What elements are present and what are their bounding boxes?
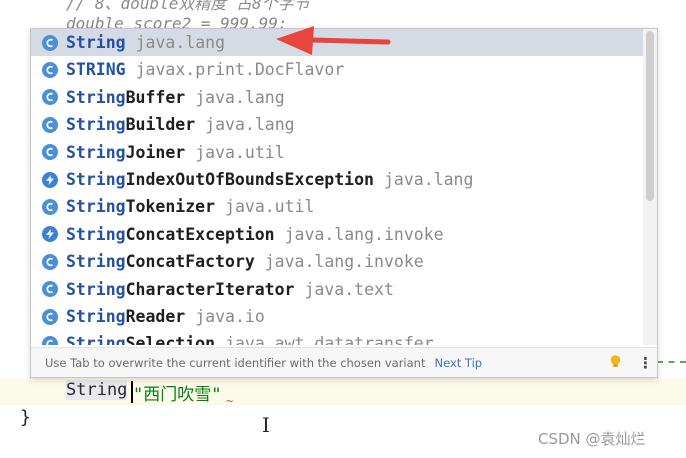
completion-item-name: ConcatException	[125, 224, 275, 244]
completion-item-match: String	[66, 197, 126, 217]
completion-item-package: java.awt.datatransfer	[225, 334, 434, 345]
completion-item-match: String	[66, 170, 126, 189]
completion-item-package: java.lang	[195, 87, 285, 107]
folding-guide-line	[657, 361, 686, 363]
class-icon	[42, 198, 58, 215]
scrollbar-thumb[interactable]	[646, 31, 654, 201]
class-icon	[42, 61, 58, 78]
completion-item-package: java.io	[195, 307, 265, 326]
red-arrow-annotation	[276, 26, 391, 55]
completion-item-match: String	[66, 334, 126, 345]
code-comment-line: // 8、double双精度 占8个字节	[66, 0, 310, 13]
completion-item-name: ConcatFactory	[125, 252, 255, 272]
completion-item-package: java.lang	[205, 115, 295, 135]
completion-item-package: java.lang.invoke	[264, 252, 424, 272]
code-completion-popup[interactable]: String java.lang STRING javax.print.DocFlav…	[30, 28, 658, 378]
class-icon	[42, 89, 58, 106]
completion-item-package: java.util	[195, 142, 285, 162]
completion-item-match: String	[66, 307, 126, 326]
code-editor[interactable]: // 8、double双精度 占8个字节 double score2 = 999…	[0, 0, 686, 458]
class-icon	[42, 281, 58, 298]
exception-icon	[42, 171, 58, 188]
completion-item-name: Tokenizer	[125, 197, 216, 217]
completion-list[interactable]: String java.lang STRING javax.print.DocFlav…	[31, 29, 643, 345]
exception-icon	[42, 226, 58, 243]
completion-item[interactable]: String Builder java.lang	[31, 111, 643, 138]
completion-item-package: java.lang	[135, 33, 226, 52]
completion-item-name: Selection	[125, 334, 216, 345]
mouse-ibeam-cursor-icon: I	[262, 413, 270, 437]
completion-item-name: IndexOutOfBoundsException	[125, 170, 374, 189]
completion-item-match: String	[66, 33, 126, 52]
completion-item-match: String	[66, 224, 126, 244]
completion-item-package: java.text	[304, 279, 394, 299]
completion-item[interactable]: String Tokenizer java.util	[31, 193, 643, 220]
completion-item[interactable]: String Joiner java.util	[31, 139, 643, 166]
completion-item-match: String	[66, 87, 126, 107]
completion-item-match: String	[66, 279, 126, 299]
completion-item[interactable]: String Buffer java.lang	[31, 84, 643, 111]
completion-item-match: STRING	[66, 60, 126, 80]
class-icon	[42, 335, 58, 345]
completion-footer: Use Tab to overwrite the current identif…	[31, 347, 657, 377]
completion-scrollbar[interactable]	[643, 29, 657, 345]
class-icon	[42, 116, 58, 133]
completion-item[interactable]: String IndexOutOfBoundsException java.lang	[31, 166, 643, 193]
string-literal: "西门吹雪"	[133, 385, 222, 405]
completion-item-name: Joiner	[125, 142, 186, 162]
completion-item-package: java.lang	[383, 170, 474, 189]
typed-identifier: String	[66, 380, 128, 400]
footer-hint: Use Tab to overwrite the current identif…	[45, 356, 426, 370]
class-icon	[42, 308, 58, 325]
completion-item-package: java.lang.invoke	[284, 224, 444, 244]
completion-item-match: String	[66, 115, 126, 135]
completion-item[interactable]: String ConcatException java.lang.invoke	[31, 221, 643, 248]
completion-item-name: CharacterIterator	[125, 279, 295, 299]
completion-item-match: String	[66, 142, 126, 162]
completion-item-match: String	[66, 252, 126, 272]
more-vertical-icon[interactable]: ⋮	[638, 354, 653, 372]
error-squiggle: ~	[226, 394, 234, 408]
next-tip-link[interactable]: Next Tip	[434, 356, 482, 370]
completion-item[interactable]: String ConcatFactory java.lang.invoke	[31, 248, 643, 275]
completion-item[interactable]: String Reader java.io	[31, 303, 643, 330]
completion-item-name: Buffer	[125, 87, 186, 107]
completion-item-name: Builder	[125, 115, 196, 135]
closing-brace: }	[20, 407, 31, 428]
completion-item-name: Reader	[125, 307, 186, 326]
completion-item-package: java.util	[225, 197, 315, 217]
completion-item[interactable]: String Selection java.awt.datatransfer	[31, 330, 643, 345]
lightbulb-icon[interactable]	[610, 355, 621, 369]
class-icon	[42, 34, 58, 51]
class-icon	[42, 253, 58, 270]
watermark: CSDN @袁灿烂	[538, 430, 646, 448]
class-icon	[42, 144, 58, 161]
completion-item[interactable]: String CharacterIterator java.text	[31, 276, 643, 303]
